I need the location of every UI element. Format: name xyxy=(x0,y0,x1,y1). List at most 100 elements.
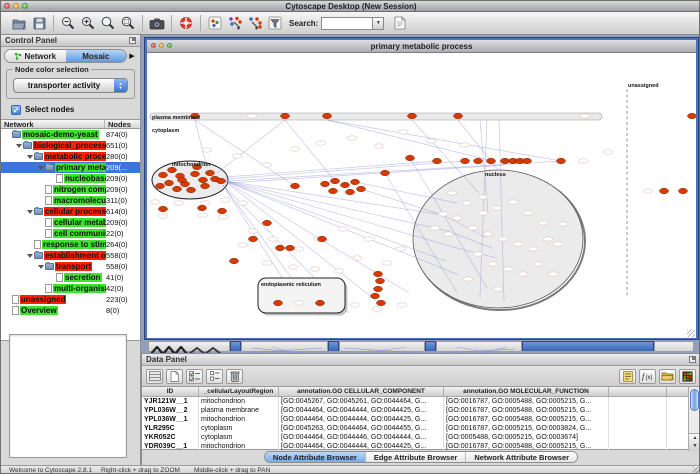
tree-row[interactable]: Overview8(0) xyxy=(1,305,140,316)
select-nodes-checkbox[interactable]: ✓ xyxy=(11,105,21,115)
table-row[interactable]: YPL036W__1mitochondrion[GO:0044464, GO:0… xyxy=(142,415,700,424)
network-white-node[interactable] xyxy=(478,195,488,199)
network-red-node[interactable] xyxy=(281,113,290,118)
tab-overflow-button[interactable]: ▶ xyxy=(127,52,137,60)
network-white-node[interactable] xyxy=(294,247,304,251)
network-white-node[interactable] xyxy=(578,159,588,163)
tree-row[interactable]: establishment of lo558(0) xyxy=(1,250,140,261)
network-white-node[interactable] xyxy=(334,269,344,273)
network-red-node[interactable] xyxy=(679,188,688,193)
network-red-node[interactable] xyxy=(173,186,182,191)
background-window-fragment[interactable] xyxy=(339,341,425,351)
network-white-node[interactable] xyxy=(316,141,326,145)
tree-row[interactable]: cell communicat22(0) xyxy=(1,228,140,239)
tree-expander-icon[interactable] xyxy=(36,166,45,170)
network-white-node[interactable] xyxy=(364,237,374,241)
network-red-node[interactable] xyxy=(374,271,383,276)
network-red-node[interactable] xyxy=(374,286,383,291)
tab-node-attribute-browser[interactable]: Node Attribute Browser xyxy=(265,452,366,462)
network-red-node[interactable] xyxy=(408,113,417,118)
layout-nodes-button[interactable] xyxy=(225,14,245,33)
zoom-in-button[interactable] xyxy=(78,14,98,33)
network-red-node[interactable] xyxy=(523,158,532,163)
background-window-fragment[interactable] xyxy=(425,341,436,351)
tree-column-network[interactable]: Network xyxy=(1,120,105,128)
layout-edges-button[interactable] xyxy=(245,14,265,33)
float-panel-icon[interactable] xyxy=(129,37,136,44)
network-red-node[interactable] xyxy=(178,177,187,182)
table-scrollbar[interactable]: ▲▼ xyxy=(688,387,700,451)
network-red-node[interactable] xyxy=(230,258,239,263)
network-red-node[interactable] xyxy=(168,167,177,172)
network-white-node[interactable] xyxy=(200,201,210,205)
attribute-formula-button[interactable]: f(x) xyxy=(639,369,656,384)
zoom-out-button[interactable] xyxy=(58,14,78,33)
vizmapper-button[interactable] xyxy=(205,14,225,33)
network-white-node[interactable] xyxy=(438,212,448,216)
table-column-header[interactable]: annotation.GO MOLECULAR_FUNCTION xyxy=(444,387,609,396)
network-red-node[interactable] xyxy=(199,177,208,182)
network-white-node[interactable] xyxy=(397,303,407,307)
network-red-node[interactable] xyxy=(454,113,463,118)
tree-row[interactable]: secretion41(0) xyxy=(1,272,140,283)
network-white-node[interactable] xyxy=(426,139,436,143)
window-resize-grip[interactable] xyxy=(687,329,695,337)
network-white-node[interactable] xyxy=(558,222,568,226)
network-white-node[interactable] xyxy=(603,150,613,154)
network-white-node[interactable] xyxy=(488,262,498,266)
network-white-node[interactable] xyxy=(523,211,533,215)
tab-network[interactable]: Network xyxy=(5,50,66,62)
network-white-node[interactable] xyxy=(338,227,348,231)
tree-expander-icon[interactable] xyxy=(36,265,45,269)
network-red-node[interactable] xyxy=(276,245,285,250)
network-red-node[interactable] xyxy=(461,158,470,163)
table-column-header[interactable] xyxy=(609,387,667,396)
network-canvas[interactable]: plasma membrane cytoplasm mitochondrion … xyxy=(147,53,696,338)
network-red-node[interactable] xyxy=(159,172,168,177)
network-white-node[interactable] xyxy=(460,143,470,147)
network-red-node[interactable] xyxy=(381,170,390,175)
network-red-node[interactable] xyxy=(323,113,332,118)
network-white-node[interactable] xyxy=(288,265,298,269)
network-white-node[interactable] xyxy=(492,206,502,210)
network-red-node[interactable] xyxy=(217,178,226,183)
network-white-node[interactable] xyxy=(518,272,528,276)
background-window-fragment[interactable] xyxy=(654,341,694,351)
network-white-node[interactable] xyxy=(580,114,590,118)
network-white-node[interactable] xyxy=(150,200,160,204)
network-white-node[interactable] xyxy=(198,213,208,217)
network-white-node[interactable] xyxy=(220,198,230,202)
network-white-node[interactable] xyxy=(350,303,360,307)
attribute-checklist-button[interactable] xyxy=(186,369,203,384)
help-button[interactable] xyxy=(176,14,196,33)
network-red-node[interactable] xyxy=(357,186,366,191)
table-column-header[interactable]: annotation.GO CELLULAR_COMPONENT xyxy=(279,387,444,396)
network-red-node[interactable] xyxy=(660,188,669,193)
background-window-fragment[interactable] xyxy=(328,341,339,351)
attribute-list-button[interactable] xyxy=(206,369,223,384)
network-red-node[interactable] xyxy=(291,183,300,188)
tree-expander-icon[interactable] xyxy=(25,155,34,159)
network-red-node[interactable] xyxy=(318,236,327,241)
network-white-node[interactable] xyxy=(463,277,473,281)
tree-row[interactable]: macromolecule311(0) xyxy=(1,195,140,206)
app-resize-grip[interactable] xyxy=(693,467,700,474)
network-white-node[interactable] xyxy=(382,261,392,265)
network-white-node[interactable] xyxy=(396,247,406,251)
tree-column-nodes[interactable]: Nodes xyxy=(105,120,140,128)
network-red-node[interactable] xyxy=(376,278,385,283)
app-titlebar[interactable]: Cytoscape Desktop (New Session) xyxy=(1,1,700,12)
zoom-fit-button[interactable] xyxy=(118,14,138,33)
network-red-node[interactable] xyxy=(263,220,272,225)
network-red-node[interactable] xyxy=(557,158,566,163)
network-white-node[interactable] xyxy=(238,243,248,247)
background-window-fragment[interactable] xyxy=(436,341,522,351)
network-red-node[interactable] xyxy=(286,245,295,250)
tree-row[interactable]: mosaic-demo-yeast874(0) xyxy=(1,129,140,140)
tree-row[interactable]: response to stimulu264(0) xyxy=(1,239,140,250)
table-row[interactable]: YJR121W__1mitochondrion[GO:0045267, GO:0… xyxy=(142,397,700,406)
tree-expander-icon[interactable] xyxy=(25,254,34,258)
network-red-node[interactable] xyxy=(249,236,258,241)
network-red-node[interactable] xyxy=(316,300,325,305)
filter-button[interactable] xyxy=(265,14,285,33)
